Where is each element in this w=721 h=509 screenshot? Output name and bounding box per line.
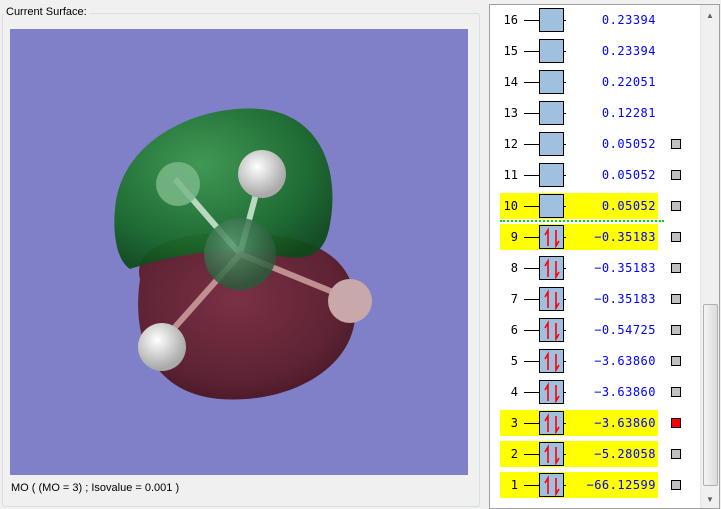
orbital-number: 12 [503,137,518,151]
orbital-row-9[interactable]: 9 −0.35183 [490,222,702,253]
vertical-scrollbar[interactable]: ▲ ▼ [700,5,719,508]
orbital-box[interactable] [539,287,564,311]
surface-checkbox[interactable] [671,294,681,304]
atom [328,279,372,323]
orbital-number: 3 [510,416,518,430]
orbital-box[interactable] [539,411,564,435]
surface-checkbox[interactable] [671,387,681,397]
molecule-viewport[interactable] [10,29,468,475]
orbital-row-15[interactable]: 15 0.23394 [490,36,702,67]
orbital-row-10[interactable]: 10 0.05052 [490,191,702,222]
surface-checkbox[interactable] [671,480,681,490]
electron-pair-icon [544,413,560,435]
scroll-up-arrow-icon[interactable]: ▲ [706,11,714,20]
atom [156,162,200,206]
orbital-number: 4 [510,385,518,399]
orbital-energy: −3.63860 [594,354,656,368]
orbital-box[interactable] [539,132,564,156]
surface-checkbox[interactable] [671,201,681,211]
orbital-box[interactable] [539,256,564,280]
orbital-energy: −0.35183 [594,292,656,306]
molecule-render [114,108,372,400]
orbital-number: 2 [510,447,518,461]
orbital-row-11[interactable]: 11 0.05052 [490,160,702,191]
orbital-row-6[interactable]: 6 −0.54725 [490,315,702,346]
orbital-energy: 0.05052 [601,137,656,151]
orbital-box[interactable] [539,101,564,125]
orbital-energy: 0.23394 [601,44,656,58]
orbital-box[interactable] [539,39,564,63]
group-title: Current Surface: [4,6,89,18]
electron-pair-icon [544,258,560,280]
electron-pair-icon [544,382,560,404]
orbital-energy: −0.54725 [594,323,656,337]
orbital-number: 9 [510,230,518,244]
electron-pair-icon [544,444,560,466]
orbital-box[interactable] [539,8,564,32]
orbital-box[interactable] [539,380,564,404]
orbital-number: 14 [503,75,518,89]
orbital-energy: −3.63860 [594,385,656,399]
surface-checkbox[interactable] [671,232,681,242]
orbital-box[interactable] [539,473,564,497]
orbital-number: 11 [503,168,518,182]
central-atom [204,218,276,290]
orbital-energy: −0.35183 [594,230,656,244]
scroll-down-arrow-icon[interactable]: ▼ [706,495,714,504]
atom [138,323,186,371]
orbital-box[interactable] [539,349,564,373]
surface-checkbox[interactable] [671,325,681,335]
electron-pair-icon [544,351,560,373]
surface-checkbox[interactable] [671,263,681,273]
orbital-energy: −66.12599 [586,478,656,492]
mo-energy-diagram: 16 0.23394 15 0.23394 14 0.22051 13 0.12281 12 0.… [489,4,720,509]
surface-checkbox[interactable] [671,356,681,366]
scrollbar-thumb[interactable] [703,304,718,486]
surface-checkbox[interactable] [671,449,681,459]
orbital-energy: 0.05052 [601,199,656,213]
orbital-number: 15 [503,44,518,58]
orbital-number: 10 [503,199,518,213]
orbital-row-1[interactable]: 1 −66.12599 [490,470,702,501]
orbital-row-16[interactable]: 16 0.23394 [490,5,702,36]
surface-caption: MO ( (MO = 3) ; Isovalue = 0.001 ) [11,482,180,494]
orbital-row-7[interactable]: 7 −0.35183 [490,284,702,315]
electron-pair-icon [544,227,560,249]
electron-pair-icon [544,475,560,497]
orbital-number: 7 [510,292,518,306]
orbital-number: 8 [510,261,518,275]
orbital-energy: −0.35183 [594,261,656,275]
surface-checkbox[interactable] [671,170,681,180]
orbital-energy: 0.22051 [601,75,656,89]
surface-checkbox[interactable] [671,139,681,149]
orbital-row-8[interactable]: 8 −0.35183 [490,253,702,284]
orbital-box[interactable] [539,194,564,218]
orbital-energy: 0.23394 [601,13,656,27]
orbital-number: 1 [510,478,518,492]
orbital-number: 5 [510,354,518,368]
orbital-number: 16 [503,13,518,27]
surface-checkbox[interactable] [671,418,681,428]
orbital-row-5[interactable]: 5 −3.63860 [490,346,702,377]
orbital-energy: −5.28058 [594,447,656,461]
orbital-row-4[interactable]: 4 −3.63860 [490,377,702,408]
orbital-box[interactable] [539,318,564,342]
orbital-box[interactable] [539,70,564,94]
orbital-energy: 0.05052 [601,168,656,182]
electron-pair-icon [544,320,560,342]
orbital-row-2[interactable]: 2 −5.28058 [490,439,702,470]
orbital-number: 6 [510,323,518,337]
orbital-row-3[interactable]: 3 −3.63860 [490,408,702,439]
orbital-box[interactable] [539,163,564,187]
electron-pair-icon [544,289,560,311]
orbital-row-12[interactable]: 12 0.05052 [490,129,702,160]
orbital-energy: −3.63860 [594,416,656,430]
orbital-energy: 0.12281 [601,106,656,120]
orbital-number: 13 [503,106,518,120]
orbital-row-14[interactable]: 14 0.22051 [490,67,702,98]
orbital-row-13[interactable]: 13 0.12281 [490,98,702,129]
atom [238,150,286,198]
orbital-box[interactable] [539,442,564,466]
orbital-box[interactable] [539,225,564,249]
